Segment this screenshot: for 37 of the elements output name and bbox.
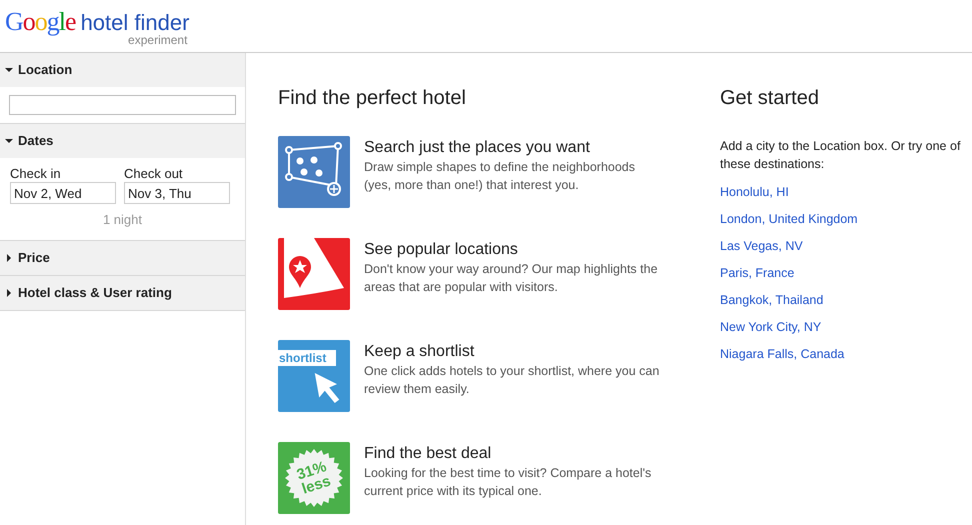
section-header[interactable]: Price	[0, 240, 245, 274]
field-label: Check in	[10, 166, 62, 182]
shortlist-label: shortlist	[278, 350, 336, 366]
destination-link[interactable]: New York City, NY	[720, 314, 822, 341]
caret-right-icon	[5, 288, 13, 296]
feature-title: Find the best deal	[364, 444, 492, 464]
section-title: Get started	[720, 86, 820, 111]
feature-title: Search just the places you want	[364, 138, 591, 158]
feature-description: Draw simple shapes to define the neighborhoods (yes, more than one!) that interest you.	[364, 159, 636, 194]
field-label: Check out	[124, 166, 184, 182]
date-field[interactable]: Nov 2, Wed	[10, 182, 116, 204]
feature-description: Looking for the best time to visit? Compare a hotel's current price with its typical one.	[364, 465, 652, 500]
destination-link[interactable]: Bangkok, Thailand	[720, 287, 824, 314]
feature-description: Don't know your way around? Our map highlights the areas that are popular with visitors.	[364, 261, 659, 296]
feature-title: See popular locations	[364, 240, 519, 260]
cursor-icon	[314, 373, 340, 403]
destination-link[interactable]: Honolulu, HI	[720, 179, 789, 206]
nights-text: 1 night	[102, 212, 142, 227]
feature-title: Keep a shortlist	[364, 342, 476, 362]
location-field[interactable]	[9, 95, 236, 115]
destination-link[interactable]: Las Vegas, NV	[720, 233, 803, 260]
destination-link[interactable]: Paris, France	[720, 260, 794, 287]
feature-description: One click adds hotels to your shortlist, where you can review them easily.	[364, 363, 660, 398]
map-pin-icon	[278, 238, 350, 310]
destination-link[interactable]: Niagara Falls, Canada	[720, 341, 844, 368]
intro-text: Add a city to the Location box. Or try one of these destinations:	[720, 138, 962, 173]
polygon-icon	[278, 136, 350, 208]
caret-down-icon	[5, 137, 13, 145]
logo[interactable]: Google hotel finder experiment	[5, 9, 190, 45]
destination-link[interactable]: London, United Kingdom	[720, 206, 858, 233]
section-title: Find the perfect hotel	[278, 86, 467, 111]
section-header[interactable]: Dates	[0, 124, 245, 158]
caret-down-icon	[5, 66, 13, 74]
section-header[interactable]: Hotel class & User rating	[0, 276, 245, 310]
date-field[interactable]: Nov 3, Thu	[124, 182, 230, 204]
section-header[interactable]: Location	[0, 53, 245, 87]
caret-right-icon	[5, 254, 13, 262]
